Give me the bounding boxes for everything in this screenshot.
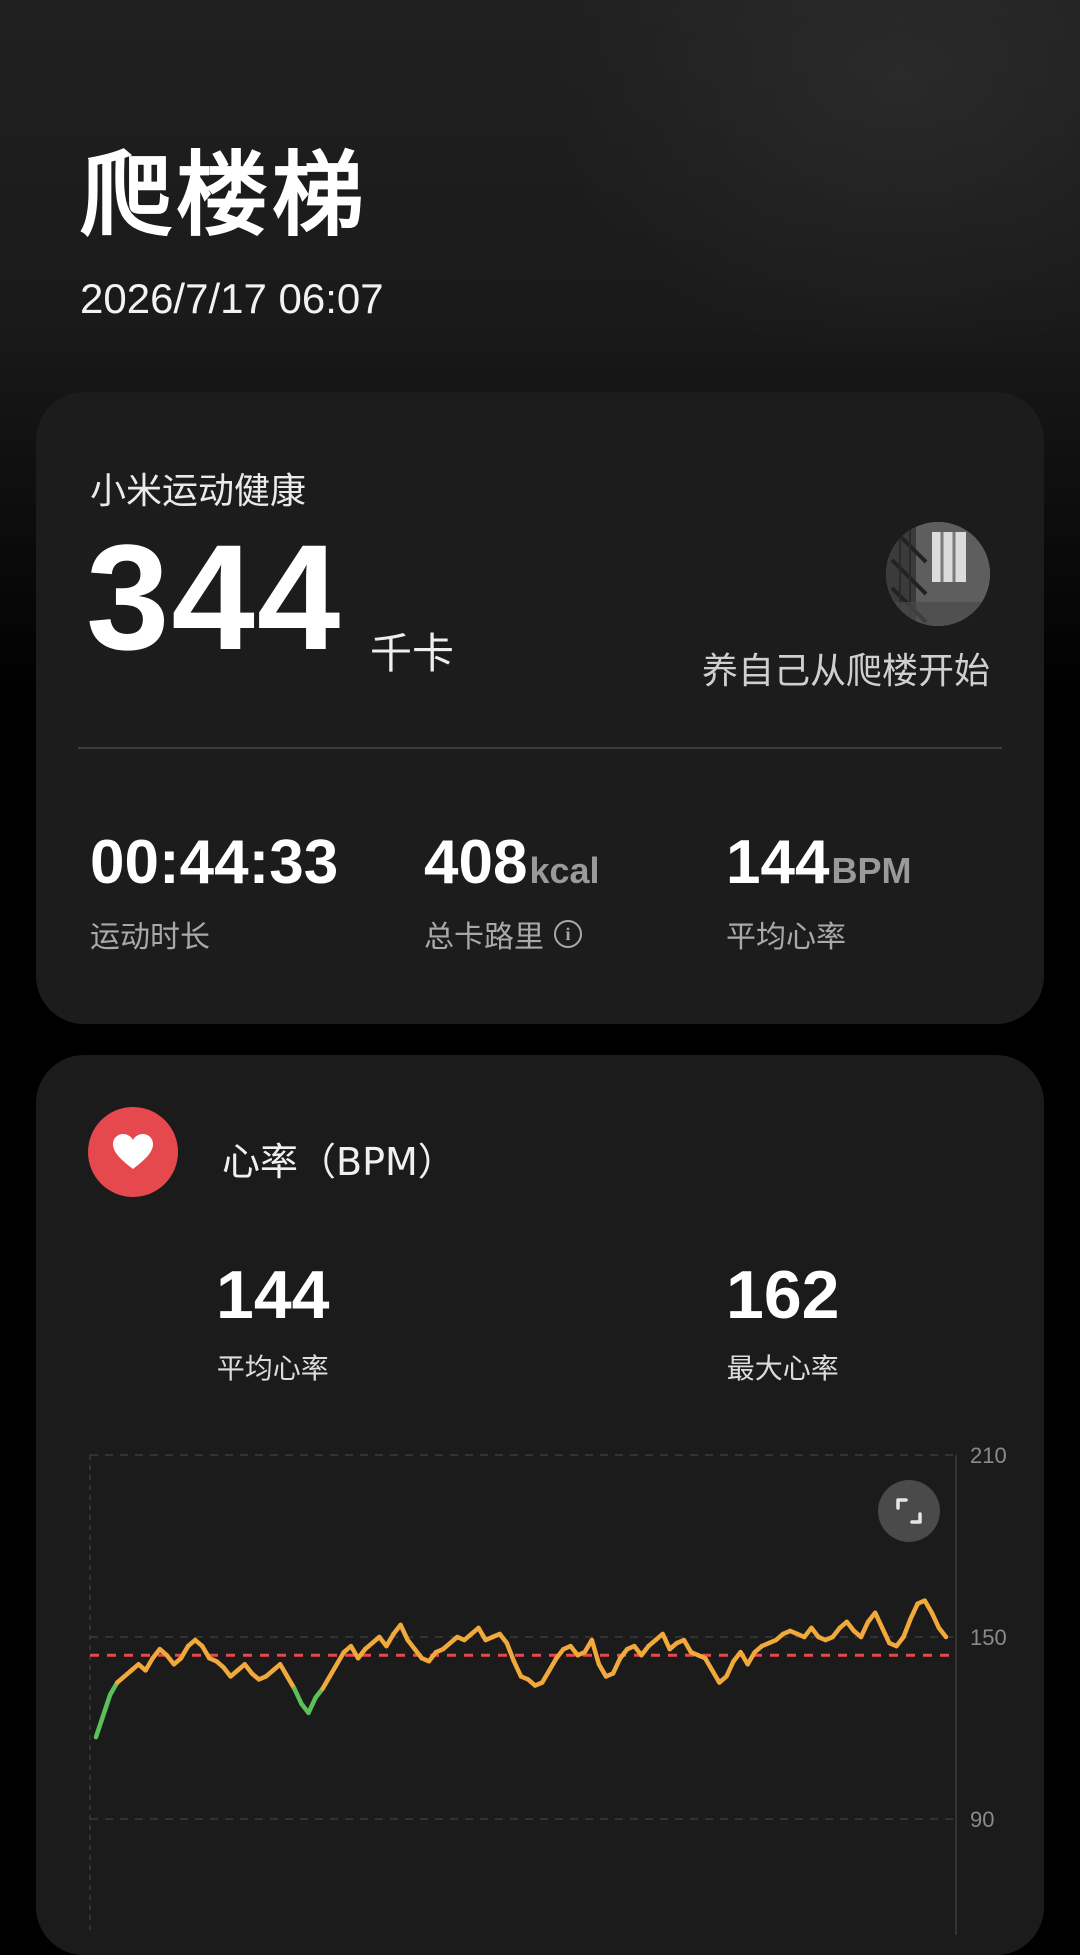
workout-datetime: 2026/7/17 06:07 [80, 275, 384, 322]
brand-label: 小米运动健康 [90, 471, 307, 512]
divider [78, 747, 1002, 749]
chart-line-segment [589, 1637, 602, 1667]
stat-duration-value: 00:44:33 [90, 832, 338, 894]
expand-icon [896, 1498, 922, 1524]
chart-line-segment [306, 1695, 318, 1716]
chart-line-segment [858, 1619, 871, 1640]
chart-line-segment [100, 1692, 113, 1719]
chart-line-segment [504, 1640, 517, 1664]
expand-chart-button[interactable] [878, 1480, 940, 1542]
chart-line-segment [872, 1610, 885, 1631]
chart-line-segment [292, 1686, 304, 1706]
chart-tick-label: 90 [970, 1807, 994, 1832]
total-calories-value: 408 [424, 828, 528, 897]
chart-line-segment [398, 1622, 410, 1643]
calories-value: 344 [86, 513, 343, 681]
chart-line-segment [660, 1631, 672, 1652]
chart-line-segment [93, 1713, 106, 1740]
slogan-text: 养自己从爬楼开始 [701, 651, 990, 692]
avatar[interactable] [886, 522, 990, 626]
page-title: 爬楼梯 [80, 142, 369, 249]
stat-total-calories: 408kcal 总卡路里 i [424, 832, 600, 956]
duration-value: 00:44:33 [90, 828, 339, 897]
avg-hr-label: 平均心率 [726, 920, 846, 955]
total-calories-unit: kcal [529, 850, 600, 891]
avg-hr-unit: BPM [831, 850, 912, 891]
total-calories-label: 总卡路里 [424, 920, 544, 955]
avg-hr-value: 144 [726, 828, 830, 897]
info-icon[interactable]: i [554, 920, 582, 948]
stat-calories-value: 408kcal [424, 832, 600, 894]
stat-hr-value: 144BPM [726, 832, 911, 894]
stairwell-photo-icon [886, 522, 990, 626]
chart-line-segment [929, 1610, 942, 1631]
summary-card: 小米运动健康 344 千卡 养自己从爬楼开始 00:44:33 运动时长 408… [36, 392, 1044, 1024]
stat-avg-heart-rate: 144BPM 平均心率 [726, 832, 911, 956]
calories-unit: 千卡 [370, 629, 455, 678]
duration-label: 运动时长 [90, 920, 210, 955]
stat-calories-label: 总卡路里 i [424, 912, 600, 956]
stat-hr-label: 平均心率 [726, 912, 911, 956]
chart-tick-label: 210 [970, 1443, 1007, 1468]
chart-line-segment [724, 1659, 736, 1679]
stat-duration: 00:44:33 运动时长 [90, 832, 338, 956]
stat-duration-label: 运动时长 [90, 912, 338, 956]
chart-line-segment [908, 1601, 920, 1622]
chart-line-segment [936, 1625, 949, 1640]
chart-tick-label: 150 [970, 1625, 1007, 1650]
chart-line-segment [610, 1655, 623, 1676]
chart-line-segment [880, 1625, 892, 1646]
heart-rate-card: 心率（BPM） 144 平均心率 162 最大心率 210 150 90 [36, 1055, 1044, 1955]
chart-line-segment [511, 1659, 524, 1679]
chart-line-segment [901, 1616, 913, 1640]
